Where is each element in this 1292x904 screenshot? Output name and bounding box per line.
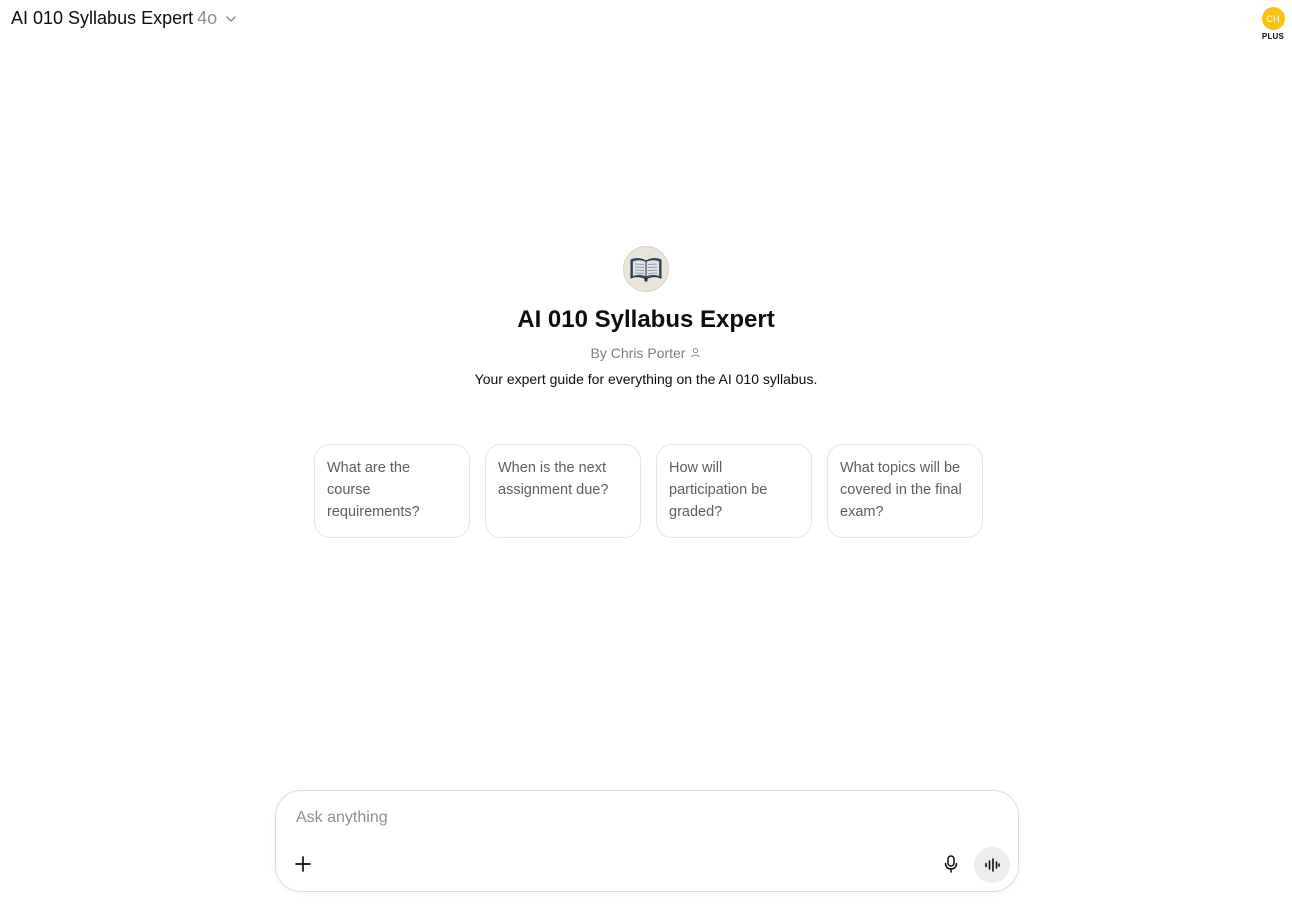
account-menu[interactable]: CH PLUS [1258,7,1288,41]
author-label: By Chris Porter [590,345,686,361]
starter-card[interactable]: What are the course requirements? [314,444,470,538]
avatar[interactable]: CH [1261,7,1285,30]
gpt-author[interactable]: By Chris Porter [591,345,702,361]
starter-card[interactable]: What topics will be covered in the final… [827,444,983,538]
starter-card[interactable]: When is the next assignment due? [485,444,641,538]
gpt-intro: AI 010 Syllabus Expert By Chris Porter Y… [0,246,1292,387]
gpt-description: Your expert guide for everything on the … [474,371,818,387]
voice-mode-icon[interactable] [974,847,1010,883]
person-icon [690,345,701,361]
model-switcher[interactable]: AI 010 Syllabus Expert 4o [11,8,238,29]
model-title: AI 010 Syllabus Expert [11,8,194,28]
plan-badge: PLUS [1261,32,1285,41]
composer [275,790,1019,892]
prompt-input[interactable] [296,809,896,827]
open-book-icon [623,246,669,292]
conversation-starters: What are the course requirements? When i… [314,444,983,538]
microphone-icon[interactable] [938,851,964,877]
model-version: 4o [197,8,218,28]
plus-icon[interactable] [290,851,316,877]
header: AI 010 Syllabus Expert 4o CH PLUS [0,0,1292,41]
gpt-name: AI 010 Syllabus Expert [517,306,775,333]
chevron-down-icon [224,12,238,26]
starter-card[interactable]: How will participation be graded? [656,444,812,538]
avatar-initials: CH [1266,13,1280,24]
